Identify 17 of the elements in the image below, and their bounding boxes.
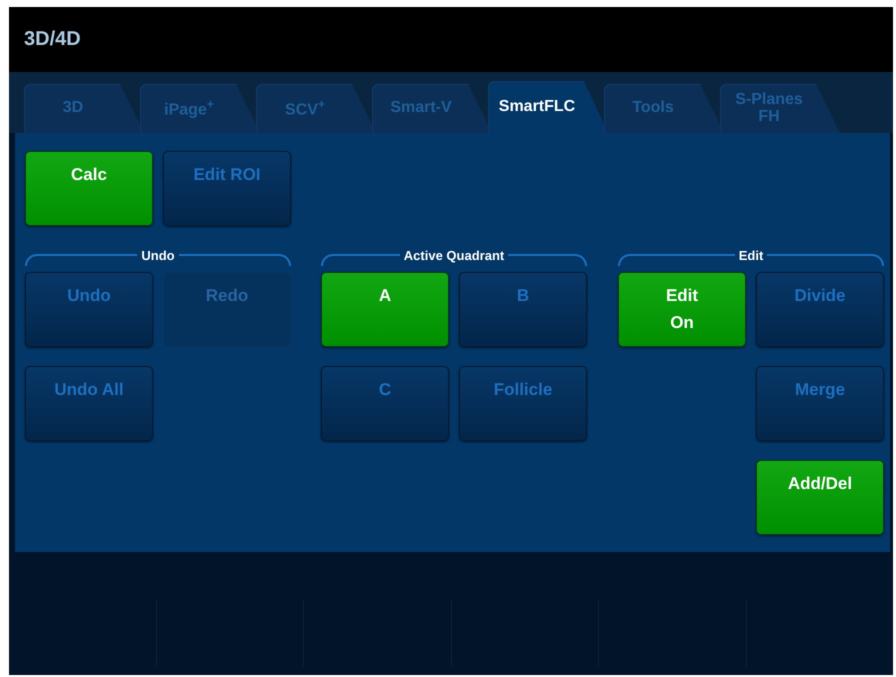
toggle-button[interactable]: A <box>321 272 449 347</box>
toggle-button[interactable]: Calc <box>25 151 153 226</box>
group-title: Edit <box>738 248 764 262</box>
toggle-button[interactable]: Edit On <box>618 272 746 347</box>
action-button[interactable]: Follicle <box>459 366 587 441</box>
action-button[interactable]: Merge <box>756 366 884 441</box>
toggle-button[interactable]: Add/Del <box>756 460 884 535</box>
group-title: Undo <box>141 248 175 262</box>
action-button[interactable]: B <box>459 272 587 347</box>
action-button[interactable]: Edit ROI <box>163 151 291 226</box>
group-title: Active Quadrant <box>404 248 504 262</box>
action-button[interactable]: Undo All <box>25 366 153 441</box>
action-button[interactable]: Undo <box>25 272 153 347</box>
action-button[interactable]: Divide <box>756 272 884 347</box>
tab[interactable]: S-Planes FH <box>720 84 840 133</box>
action-button[interactable]: C <box>321 366 449 441</box>
window-title: 3D/4D <box>24 28 81 51</box>
